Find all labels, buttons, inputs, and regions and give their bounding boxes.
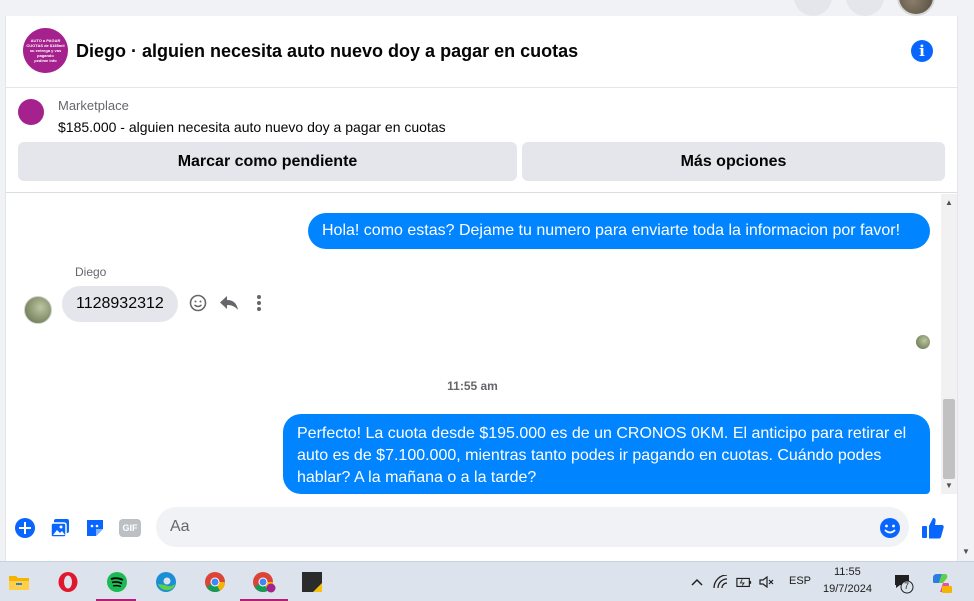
outgoing-message[interactable]: Perfecto! La cuota desde $195.000 es de …: [283, 414, 930, 494]
profile-avatar[interactable]: [897, 0, 935, 16]
composer: GIF: [6, 494, 957, 561]
scroll-up-arrow-icon[interactable]: ▲: [945, 198, 953, 207]
notification-count: 7: [904, 581, 910, 591]
outgoing-message[interactable]: Hola! como estas? Dejame tu numero para …: [308, 213, 930, 249]
copilot-icon[interactable]: [930, 572, 952, 594]
messages-scrollbar[interactable]: ▲ ▼: [941, 194, 957, 494]
taskbar: ESP 11:55 19/7/2024 7: [0, 561, 974, 601]
clock-time[interactable]: 11:55: [834, 566, 861, 578]
marketplace-strip: Marketplace $185.000 - alguien necesita …: [6, 88, 957, 193]
seen-indicator-avatar: [916, 335, 930, 349]
more-actions-icon[interactable]: [247, 291, 271, 315]
emoji-icon[interactable]: [878, 516, 902, 540]
chrome-icon[interactable]: [201, 568, 229, 596]
spotify-icon[interactable]: [103, 568, 131, 596]
clock-date[interactable]: 19/7/2024: [823, 583, 872, 595]
reply-icon[interactable]: [217, 291, 241, 315]
chat-header: AUTO a PAGAR CUOTAS de $185mil su entreg…: [6, 16, 957, 88]
page-scrollbar[interactable]: ▼: [958, 16, 974, 561]
scroll-down-arrow-icon[interactable]: ▼: [945, 481, 953, 490]
scroll-thumb[interactable]: [943, 399, 955, 479]
incoming-message[interactable]: 1128932312: [62, 286, 178, 322]
sender-name: Diego: [75, 265, 107, 279]
input-language[interactable]: ESP: [789, 575, 811, 587]
avatar-text-line: pedime info: [34, 58, 57, 63]
mark-pending-button[interactable]: Marcar como pendiente: [18, 142, 517, 181]
add-icon[interactable]: [13, 516, 37, 540]
sender-avatar[interactable]: [24, 296, 52, 324]
file-explorer-icon[interactable]: [5, 568, 33, 596]
menu-icon[interactable]: [794, 0, 832, 16]
gif-label: GIF: [119, 519, 141, 537]
top-header-strip: [0, 0, 974, 16]
chrome-profile-icon[interactable]: [250, 568, 278, 596]
volume-muted-icon[interactable]: [759, 574, 775, 590]
opera-icon[interactable]: [54, 568, 82, 596]
notifications-center-icon[interactable]: 7: [893, 572, 915, 594]
message-input[interactable]: [156, 507, 909, 547]
page-scroll-down-arrow-icon[interactable]: ▼: [962, 547, 970, 556]
message-timestamp: 11:55 am: [447, 379, 498, 393]
sticky-notes-icon[interactable]: [298, 568, 326, 596]
listing-thumbnail[interactable]: [18, 99, 44, 125]
marketplace-label: Marketplace: [58, 98, 129, 113]
page: AUTO a PAGAR CUOTAS de $185mil su entreg…: [0, 0, 974, 601]
edge-icon[interactable]: [152, 568, 180, 596]
photo-icon[interactable]: [48, 516, 72, 540]
chat-avatar[interactable]: AUTO a PAGAR CUOTAS de $185mil su entreg…: [23, 28, 68, 73]
more-options-button[interactable]: Más opciones: [522, 142, 945, 181]
listing-title[interactable]: $185.000 - alguien necesita auto nuevo d…: [58, 119, 446, 135]
chat-panel: AUTO a PAGAR CUOTAS de $185mil su entreg…: [5, 16, 958, 561]
notifications-icon[interactable]: [846, 0, 884, 16]
show-hidden-icons-chevron-icon[interactable]: [689, 574, 705, 590]
chat-title[interactable]: Diego · alguien necesita auto nuevo doy …: [76, 41, 578, 62]
info-icon[interactable]: i: [911, 40, 933, 62]
sticker-icon[interactable]: [83, 516, 107, 540]
like-icon[interactable]: [921, 516, 945, 540]
gif-icon[interactable]: GIF: [118, 516, 142, 540]
react-emoji-icon[interactable]: [186, 291, 210, 315]
battery-icon[interactable]: [736, 574, 752, 590]
message-list: Hola! como estas? Dejame tu numero para …: [6, 194, 939, 494]
wifi-icon[interactable]: [713, 574, 729, 590]
